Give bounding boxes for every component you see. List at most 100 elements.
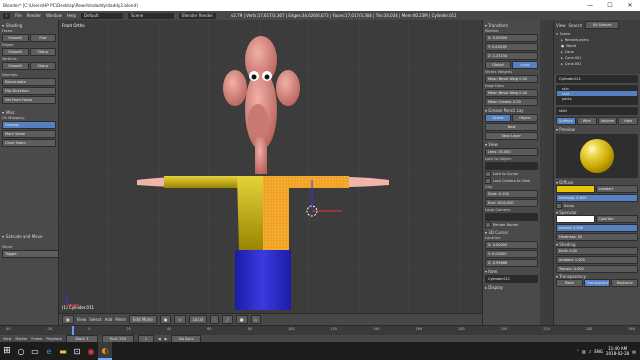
preview-header[interactable]: ▾ Preview [556,127,638,132]
mark-seam-button[interactable]: Mark Seam [2,130,56,138]
faces-flat-button[interactable]: Flat [29,34,56,42]
median-x-field[interactable]: X: 0.00000 [485,34,538,42]
minimize-icon[interactable]: — [580,2,600,9]
store-icon[interactable]: ⊡ [70,342,84,360]
network-icon[interactable]: ▥ [582,349,586,354]
diffuse-color-swatch[interactable] [556,185,595,193]
folder-icon[interactable]: ▬ [56,342,70,360]
specular-shader-select[interactable]: CookTorr [595,215,638,223]
close-icon[interactable]: ✕ [620,2,640,9]
view-panel-header[interactable]: ▾ View [485,142,538,147]
flip-direction-button[interactable]: Flip Direction [2,87,56,95]
vertices-smooth-button[interactable]: Smooth [2,62,29,70]
misc-panel-header[interactable]: ▾ Misc [2,110,56,115]
edge-bevel-weight-field[interactable]: Mean Bevel Weig 0.00 [485,89,538,97]
tab-halo[interactable]: Halo [618,117,638,125]
gp-new-button[interactable]: New [485,123,538,131]
editor-type-icon[interactable]: ▣ [62,315,74,324]
specular-color-swatch[interactable] [556,215,595,223]
object-name-field[interactable]: Cylinder.011 [556,75,638,83]
outliner-display-mode[interactable]: All Scenes [585,21,620,29]
hardness-field[interactable]: Hardness: 50 [556,233,638,241]
transform-orientation-selector[interactable]: Local [188,315,208,324]
transform-panel-header[interactable]: ▾ Transform [485,23,538,28]
frame-cursor[interactable] [72,326,74,335]
ramp-check[interactable]: Ramp [556,203,638,209]
item-header[interactable]: ▾ Item [485,269,538,274]
edge-icon[interactable]: e [42,342,56,360]
specular-intensity-field[interactable]: Intensi: 0.500 [556,224,638,232]
gp-new-layer-button[interactable]: New Layer [485,132,538,140]
median-y-field[interactable]: Y: 0.04516 [485,43,538,51]
windows-start-icon[interactable]: ⊞ [0,342,14,360]
local-camera-field[interactable] [485,213,538,221]
edge-select-icon[interactable]: ╱ [222,315,233,324]
mesh-menu[interactable]: Mesh [115,317,126,322]
tab-volume[interactable]: Volume [597,117,618,125]
menu-window[interactable]: Window [46,13,62,18]
clear-seam-button[interactable]: Clear Seam [2,139,56,147]
3d-cursor-header[interactable]: ▾ 3D Cursor [485,230,538,235]
vertex-select-icon[interactable]: · [210,315,220,324]
menu-help[interactable]: Help [67,13,76,18]
item-name-field[interactable]: Cylinder.011 [485,275,538,283]
operator-mirror-select[interactable]: Toggle [2,250,58,258]
material-name-field[interactable]: shirt [556,107,638,115]
timeline[interactable]: -40 -20 0 20 40 60 80 100 120 140 160 18… [0,325,640,343]
menu-render[interactable]: Render [27,13,41,18]
translucency-field[interactable]: Translu: 0.000 [556,265,638,273]
play-icon[interactable]: ▶ [165,337,168,341]
select-menu[interactable]: Select [89,317,101,322]
3d-viewport[interactable]: Front Ortho (1) Cylinder.011 [59,20,482,313]
local-button[interactable]: Local [512,61,538,69]
gp-scene-button[interactable]: Scene [485,114,511,122]
lock-object-field[interactable] [485,162,538,170]
tab-surface[interactable]: Surface [556,117,576,125]
add-menu[interactable]: Add [105,317,113,322]
cursor-y-field[interactable]: Y: 0.00000 [485,250,538,258]
operator-panel-header[interactable]: ▾ Extrude and Move [2,234,56,239]
shading-panel-header[interactable]: ▾ Shading [2,23,56,28]
ambient-field[interactable]: Ambient 1.000 [556,256,638,264]
vertex-bevel-weight-field[interactable]: Mean Bevel Weig 0.00 [485,75,538,83]
raytrace-button[interactable]: Raytrace [611,279,639,287]
edges-smooth-button[interactable]: Smooth [2,48,29,56]
z-transparency-button[interactable]: Z Transparency [583,279,611,287]
cursor-x-field[interactable]: X: 0.00000 [485,241,538,249]
tab-wire[interactable]: Wire [576,117,597,125]
global-button[interactable]: Global [485,61,511,69]
tray-chevron-icon[interactable]: ˄ [577,349,579,354]
render-engine-selector[interactable]: Blender Render [178,12,216,19]
outliner-item[interactable]: ▸ Cone.002 [556,61,638,67]
lens-field[interactable]: Lens: 35.000 [485,148,538,156]
blender-icon[interactable]: ◐ [98,342,112,360]
outliner-search-menu[interactable]: Search [569,23,583,28]
language-indicator[interactable]: ENG [594,349,603,354]
view-menu[interactable]: View [77,317,87,322]
shading-selector[interactable]: ● [159,315,172,324]
emit-field[interactable]: Emit: 0.00 [556,247,638,255]
gp-object-button[interactable]: Object [512,114,538,122]
lock-cursor-check[interactable]: Lock to Cursor [485,171,538,177]
clip-start-field[interactable]: Start: 0.100 [485,190,538,198]
maximize-icon[interactable]: ☐ [600,2,620,9]
pivot-selector[interactable]: ⊙ [174,315,186,324]
material-slot[interactable]: pants [557,96,637,101]
scene-selector[interactable]: Scene [127,12,174,19]
menu-file[interactable]: File [15,13,22,18]
search-icon[interactable]: ○ [14,342,28,360]
clip-end-field[interactable]: End: 1000.000 [485,199,538,207]
display-header[interactable]: ▸ Display [485,285,538,290]
recalculate-button[interactable]: Recalculate [2,78,56,86]
task-view-icon[interactable]: ▭ [28,342,42,360]
clock[interactable]: 11:40 AM 2018-02-28 [606,346,629,356]
face-select-icon[interactable]: ■ [235,315,248,324]
edges-sharp-button[interactable]: Sharp [29,48,56,56]
outliner-view-menu[interactable]: View [556,23,566,28]
vertices-sharp-button[interactable]: Sharp [29,62,56,70]
notification-icon[interactable]: ▤ [632,349,636,354]
faces-smooth-button[interactable]: Smooth [2,34,29,42]
snap-icon[interactable]: ⌂ [250,315,262,324]
timeline-playback-menu[interactable]: Playback [46,337,62,341]
mask-button[interactable]: Mask [556,279,583,287]
